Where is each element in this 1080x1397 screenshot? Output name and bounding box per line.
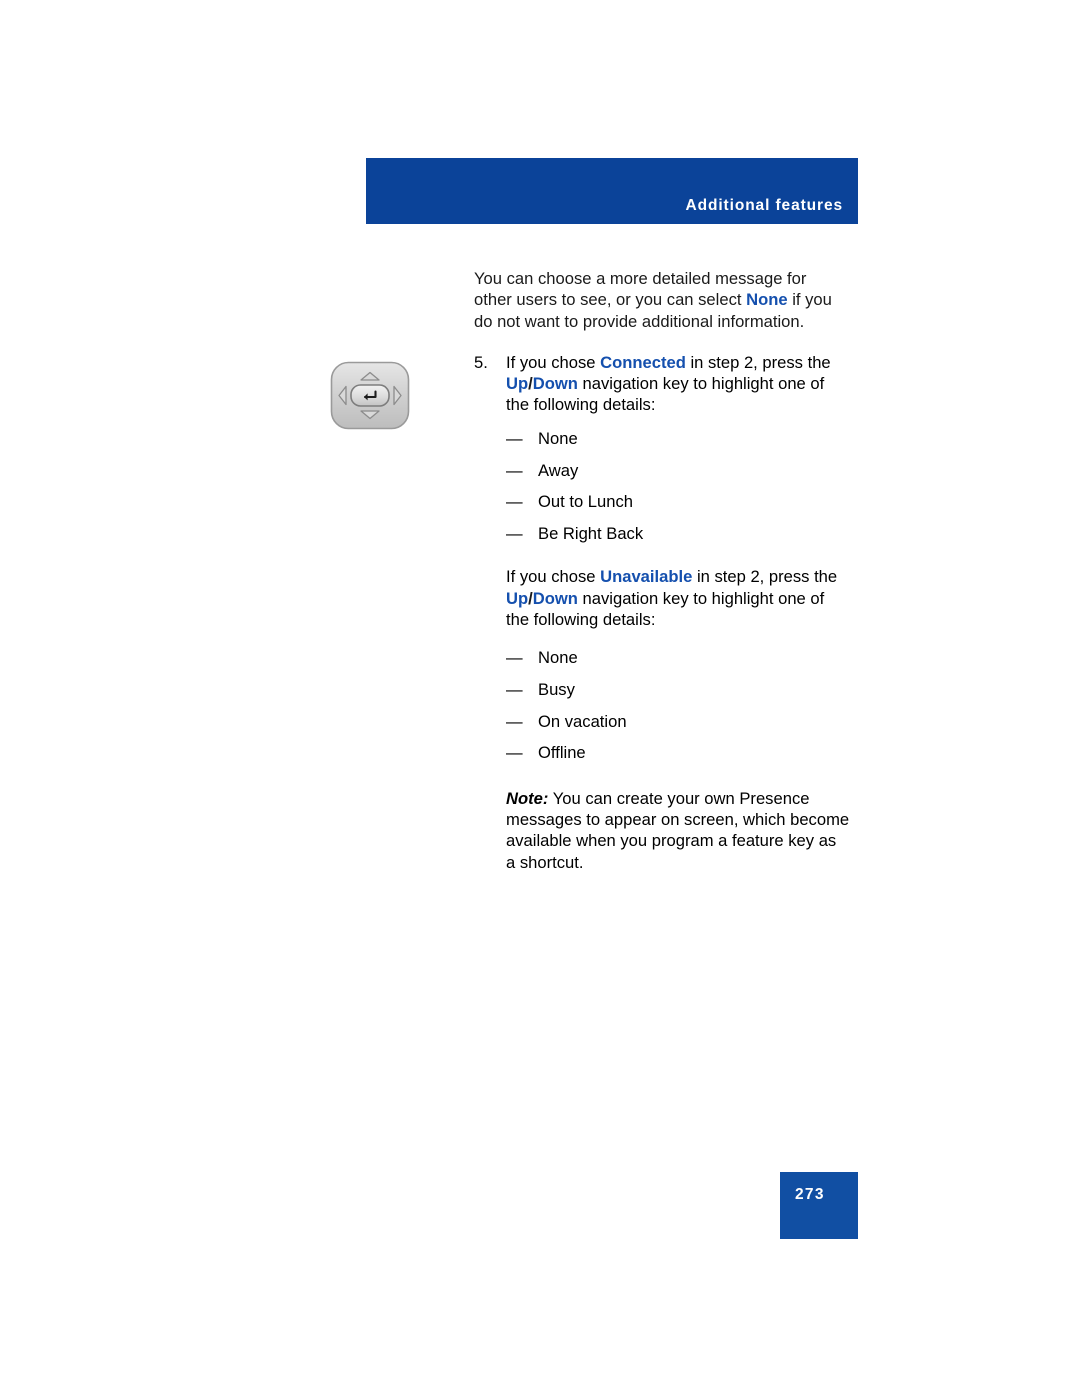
keyword-up: Up xyxy=(506,588,529,608)
document-page: Additional features You can choose a mor… xyxy=(0,0,1080,1397)
unavailable-details-list: — None — Busy — On vacation — Offline xyxy=(474,647,846,764)
list-item: — None xyxy=(474,647,846,668)
list-item-label: On vacation xyxy=(538,711,627,731)
keyword-down: Down xyxy=(532,588,578,608)
keyword-unavailable: Unavailable xyxy=(600,567,693,587)
list-item-label: Away xyxy=(538,460,579,480)
step-text: If you chose Connected in step 2, press … xyxy=(506,353,831,415)
unavailable-text-2: in step 2, press the xyxy=(692,567,838,587)
list-item: — On vacation xyxy=(474,711,846,732)
step-text-2: in step 2, press the xyxy=(685,352,831,372)
page-content: You can choose a more detailed message f… xyxy=(474,268,849,889)
step-item-5: 5. If you chose Connected in step 2, pre… xyxy=(474,352,846,416)
page-number: 273 xyxy=(795,1186,825,1203)
page-header-banner: Additional features xyxy=(366,158,858,224)
connected-details-list: — None — Away — Out to Lunch — Be Right … xyxy=(474,428,846,545)
unavailable-paragraph: If you chose Unavailable in step 2, pres… xyxy=(474,566,842,630)
step-number: 5. xyxy=(474,352,488,372)
note-label: Note: xyxy=(506,788,549,808)
list-item-label: None xyxy=(538,647,578,667)
list-item: — Busy xyxy=(474,679,846,700)
dash-bullet: — xyxy=(506,743,523,763)
list-item: — Out to Lunch xyxy=(474,491,846,512)
dash-bullet: — xyxy=(506,492,523,512)
keyword-connected: Connected xyxy=(600,352,686,372)
dash-bullet: — xyxy=(506,428,523,448)
list-item: — Be Right Back xyxy=(474,523,846,544)
page-number-box: 273 xyxy=(780,1172,858,1239)
keyword-up: Up xyxy=(506,374,529,394)
dash-bullet: — xyxy=(506,647,523,667)
list-item-label: Busy xyxy=(538,679,575,699)
keyword-down: Down xyxy=(532,374,578,394)
list-item: — Away xyxy=(474,460,846,481)
list-item-label: Be Right Back xyxy=(538,524,644,544)
keyword-none: None xyxy=(746,290,788,310)
step-text-1: If you chose xyxy=(506,352,601,372)
page-header-title: Additional features xyxy=(685,197,843,214)
list-item-label: Out to Lunch xyxy=(538,492,634,512)
dash-bullet: — xyxy=(506,679,523,699)
list-item: — None xyxy=(474,428,846,449)
note-text: You can create your own Presence message… xyxy=(506,788,850,872)
unavailable-text-1: If you chose xyxy=(506,567,601,587)
intro-paragraph: You can choose a more detailed message f… xyxy=(474,268,836,332)
list-item-label: None xyxy=(538,428,578,448)
list-item-label: Offline xyxy=(538,743,586,763)
dash-bullet: — xyxy=(506,524,523,544)
dash-bullet: — xyxy=(506,711,523,731)
list-item: — Offline xyxy=(474,742,846,763)
dash-bullet: — xyxy=(506,460,523,480)
navigation-key-cluster-icon xyxy=(329,360,411,431)
note-paragraph: Note: You can create your own Presence m… xyxy=(474,788,850,873)
